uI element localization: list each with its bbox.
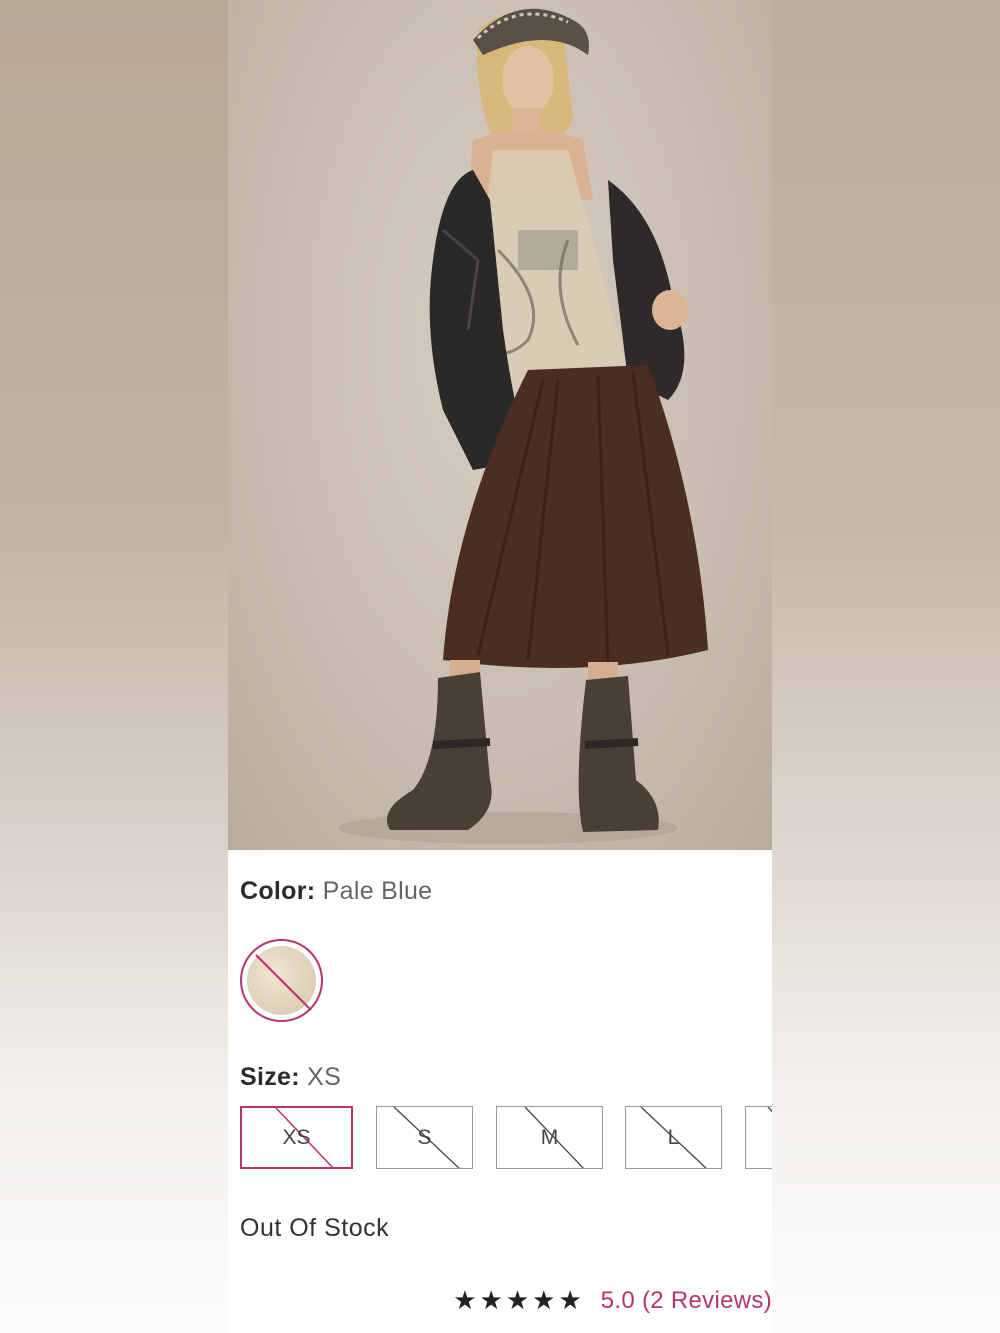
size-value: XS (307, 1063, 342, 1091)
size-option-m[interactable]: M (496, 1106, 603, 1169)
size-option-xl-partial[interactable] (745, 1106, 772, 1169)
size-option-l[interactable]: L (625, 1106, 722, 1169)
size-option-label: XS (282, 1125, 311, 1149)
size-option-xs[interactable]: XS (240, 1106, 353, 1169)
size-option-s[interactable]: S (376, 1106, 473, 1169)
stock-status: Out Of Stock (240, 1214, 390, 1242)
strike-through-icon (255, 954, 312, 1011)
star-rating-icon: ★★★★★ (453, 1286, 585, 1316)
product-details: Color: Pale Blue Size: XS XS S M L Out O… (228, 850, 772, 1333)
product-page: Color: Pale Blue Size: XS XS S M L Out O… (228, 0, 772, 1333)
rating-summary[interactable]: ★★★★★ 5.0 (2 Reviews) (453, 1286, 772, 1316)
color-label: Color: (240, 877, 316, 905)
reviews-link[interactable]: 5.0 (2 Reviews) (601, 1287, 772, 1315)
background-blur-right (772, 0, 1000, 1333)
size-option-label: M (540, 1125, 559, 1149)
size-row: Size: XS (240, 1063, 341, 1092)
color-value: Pale Blue (322, 877, 433, 905)
color-row: Color: Pale Blue (240, 877, 432, 906)
size-option-label: L (667, 1125, 680, 1149)
size-option-label: S (417, 1125, 432, 1149)
strike-through-icon (767, 1107, 772, 1113)
product-image[interactable] (228, 0, 772, 850)
color-swatch-unavailable[interactable] (240, 939, 323, 1022)
size-label: Size: (240, 1063, 300, 1091)
background-blur-left (0, 0, 228, 1333)
